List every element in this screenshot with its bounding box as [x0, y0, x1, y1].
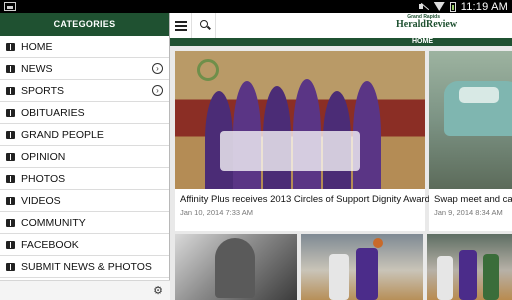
- article-card[interactable]: [427, 234, 512, 300]
- book-icon: [6, 174, 15, 183]
- menu-item-videos[interactable]: VIDEOS: [0, 190, 169, 212]
- book-icon: [6, 86, 15, 95]
- article-card[interactable]: [301, 234, 423, 300]
- wifi-icon: [433, 2, 445, 11]
- article-title[interactable]: Affinity Plus receives 2013 Circles of S…: [180, 194, 430, 205]
- book-icon: [6, 240, 15, 249]
- drawer-footer: ⚙: [0, 280, 170, 300]
- aprons: [220, 131, 360, 171]
- book-icon: [6, 196, 15, 205]
- article-image: [175, 234, 297, 300]
- menu-item-grand-people[interactable]: GRAND PEOPLE: [0, 124, 169, 146]
- player: [356, 248, 378, 300]
- status-bar: 11:19 AM: [0, 0, 512, 13]
- navigation-drawer: CATEGORIES HOME NEWS › SPORTS › OBITUARIES…: [0, 13, 170, 300]
- menu-item-news[interactable]: NEWS ›: [0, 58, 169, 80]
- menu-item-opinion[interactable]: OPINION: [0, 146, 169, 168]
- battery-icon: [449, 1, 456, 12]
- article-image: [427, 234, 512, 300]
- menu-item-sports[interactable]: SPORTS ›: [0, 80, 169, 102]
- article-title[interactable]: Swap meet and car s: [434, 194, 512, 205]
- menu-item-community[interactable]: COMMUNITY: [0, 212, 169, 234]
- book-icon: [6, 218, 15, 227]
- gear-icon[interactable]: ⚙: [152, 285, 164, 297]
- basketball: [373, 238, 383, 248]
- article-image: [301, 234, 423, 300]
- clock: 11:19 AM: [460, 0, 508, 13]
- mute-icon: [418, 2, 429, 11]
- menu-item-obituaries[interactable]: OBITUARIES: [0, 102, 169, 124]
- drawer-title: CATEGORIES: [0, 13, 169, 36]
- menu-item-submit-news[interactable]: SUBMIT NEWS & PHOTOS: [0, 256, 169, 278]
- book-icon: [6, 42, 15, 51]
- statue: [215, 238, 255, 298]
- book-icon: [6, 130, 15, 139]
- article-date: Jan 10, 2014 7:33 AM: [180, 208, 253, 217]
- category-menu: HOME NEWS › SPORTS › OBITUARIES GRAND PEOP…: [0, 36, 169, 278]
- chevron-right-icon[interactable]: ›: [152, 85, 163, 96]
- article-card[interactable]: [175, 234, 297, 300]
- book-icon: [6, 108, 15, 117]
- search-icon[interactable]: [192, 13, 216, 38]
- article-date: Jan 9, 2014 8:34 AM: [434, 208, 503, 217]
- app-bar: Grand Rapids HeraldReview GrandRapidsMN.…: [170, 13, 512, 44]
- main-content: Grand Rapids HeraldReview GrandRapidsMN.…: [170, 13, 512, 300]
- article-card[interactable]: Swap meet and car s Jan 9, 2014 8:34 AM: [429, 51, 512, 231]
- car-window: [459, 87, 499, 103]
- article-card[interactable]: Affinity Plus receives 2013 Circles of S…: [175, 51, 430, 231]
- player: [483, 254, 499, 300]
- hamburger-icon[interactable]: [170, 13, 192, 38]
- menu-item-home[interactable]: HOME: [0, 36, 169, 58]
- section-title: HOME: [412, 38, 433, 45]
- book-icon: [6, 262, 15, 271]
- book-icon: [6, 64, 15, 73]
- book-icon: [6, 152, 15, 161]
- wreath-decoration: [197, 59, 219, 81]
- menu-item-facebook[interactable]: FACEBOOK: [0, 234, 169, 256]
- gallery-notification-icon: [4, 2, 16, 11]
- section-title-bar: HOME: [170, 38, 512, 46]
- article-image: [429, 51, 512, 189]
- menu-item-photos[interactable]: PHOTOS: [0, 168, 169, 190]
- site-logo[interactable]: Grand Rapids HeraldReview GrandRapidsMN.…: [396, 14, 457, 44]
- chevron-right-icon[interactable]: ›: [152, 63, 163, 74]
- player: [437, 256, 453, 300]
- article-image: [175, 51, 425, 189]
- player: [459, 250, 477, 300]
- player: [329, 254, 349, 300]
